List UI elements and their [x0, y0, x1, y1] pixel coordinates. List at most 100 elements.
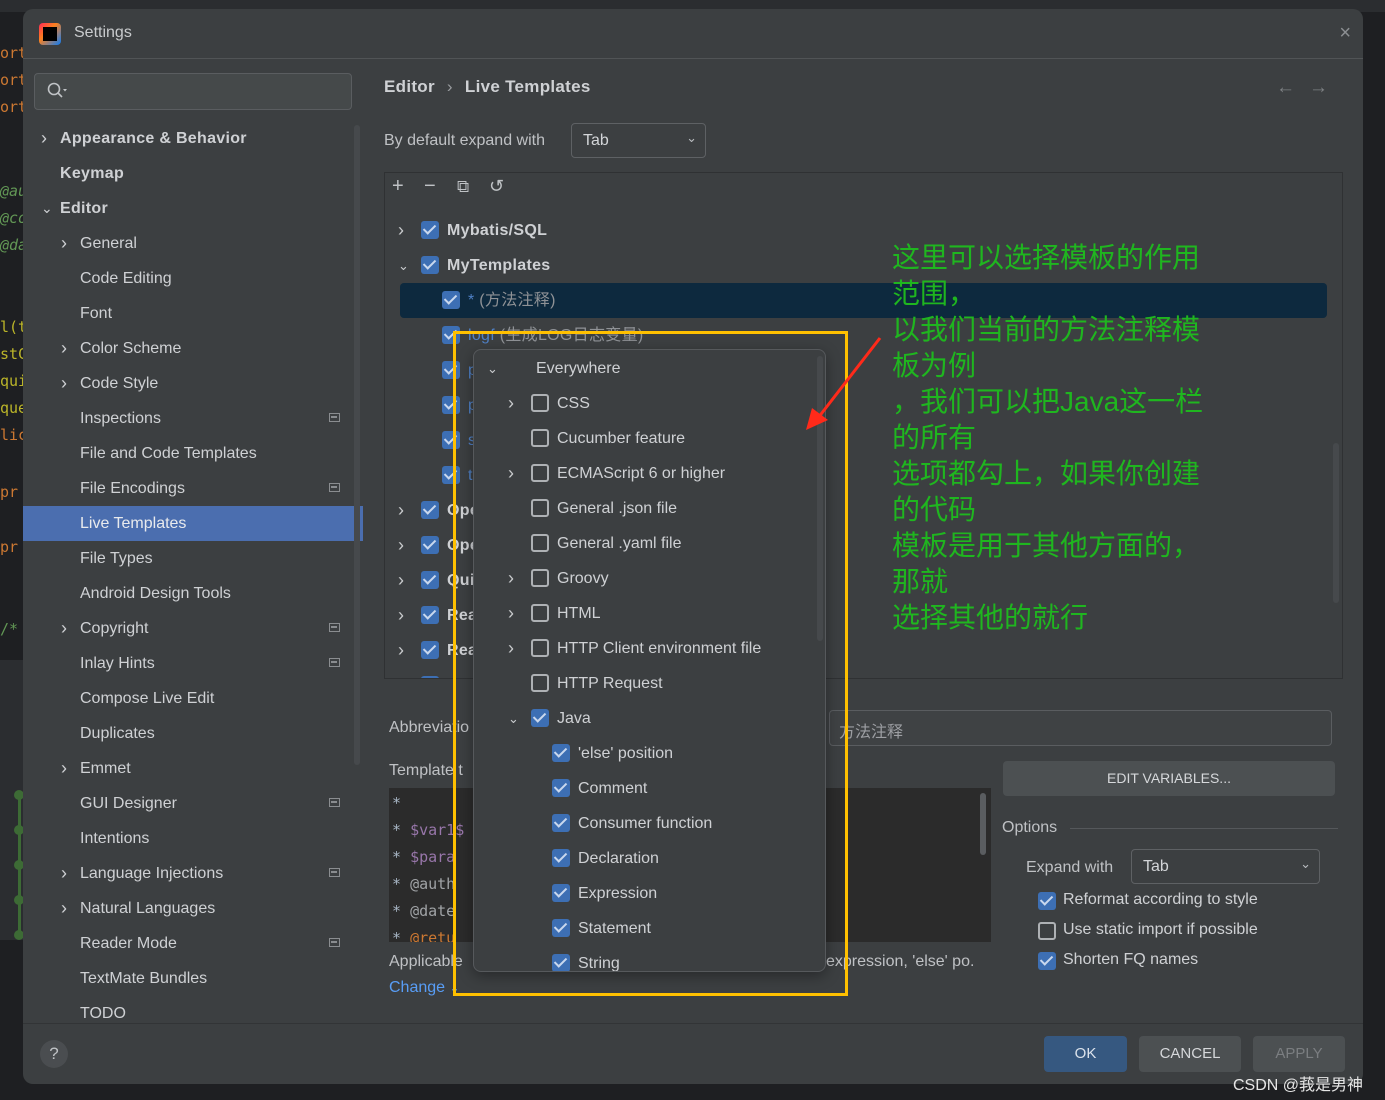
sidebar-item[interactable]: File and Code Templates	[23, 436, 363, 471]
template-checkbox[interactable]	[421, 606, 439, 624]
context-checkbox[interactable]	[552, 779, 570, 797]
context-checkbox[interactable]	[552, 814, 570, 832]
template-checkbox[interactable]	[442, 291, 460, 309]
sidebar-item[interactable]: Intentions	[23, 821, 363, 856]
context-item[interactable]: Expression	[474, 876, 825, 911]
context-item[interactable]: › HTTP Client environment file	[474, 631, 825, 666]
context-checkbox[interactable]	[552, 884, 570, 902]
sidebar-item[interactable]: Duplicates	[23, 716, 363, 751]
chevron-right-icon[interactable]: ›	[61, 856, 67, 891]
chevron-down-icon[interactable]: ⌄	[41, 191, 53, 226]
template-checkbox[interactable]	[421, 536, 439, 554]
chevron-right-icon[interactable]: ›	[398, 668, 404, 678]
sidebar-item[interactable]: GUI Designer	[23, 786, 363, 821]
template-checkbox[interactable]	[442, 396, 460, 414]
sidebar-item[interactable]: Code Editing	[23, 261, 363, 296]
context-item[interactable]: Comment	[474, 771, 825, 806]
sidebar-item[interactable]: TODO	[23, 996, 363, 1031]
template-checkbox[interactable]	[421, 641, 439, 659]
context-item[interactable]: Cucumber feature	[474, 421, 825, 456]
chevron-right-icon[interactable]: ›	[508, 596, 514, 631]
sidebar-item[interactable]: › Appearance & Behavior	[23, 121, 363, 156]
chevron-down-icon[interactable]: ⌄	[398, 248, 409, 283]
context-item[interactable]: ⌄ Everywhere	[474, 351, 825, 386]
context-item[interactable]: Declaration	[474, 841, 825, 876]
cancel-button[interactable]: CANCEL	[1139, 1036, 1241, 1072]
context-checkbox[interactable]	[531, 464, 549, 482]
sidebar-item[interactable]: Reader Mode	[23, 926, 363, 961]
expand-with-select[interactable]: Tab ⌄	[1131, 849, 1320, 884]
context-checkbox[interactable]	[552, 954, 570, 971]
chevron-right-icon[interactable]: ›	[508, 456, 514, 491]
sidebar-item[interactable]: Inspections	[23, 401, 363, 436]
context-item[interactable]: String	[474, 946, 825, 971]
context-item[interactable]: › CSS	[474, 386, 825, 421]
sidebar-scrollbar[interactable]	[354, 125, 360, 765]
context-item[interactable]: Statement	[474, 911, 825, 946]
chevron-right-icon[interactable]: ›	[398, 633, 404, 668]
tree-scrollbar[interactable]	[1333, 443, 1339, 603]
sidebar-item[interactable]: File Encodings	[23, 471, 363, 506]
add-icon[interactable]: +	[392, 175, 404, 198]
chevron-right-icon[interactable]: ›	[508, 631, 514, 666]
context-checkbox[interactable]	[531, 709, 549, 727]
breadcrumb-parent[interactable]: Editor	[384, 77, 435, 96]
sidebar-item[interactable]: Compose Live Edit	[23, 681, 363, 716]
template-checkbox[interactable]	[442, 361, 460, 379]
chevron-right-icon[interactable]: ›	[61, 891, 67, 926]
context-item[interactable]: › ECMAScript 6 or higher	[474, 456, 825, 491]
settings-search-input[interactable]	[34, 73, 352, 110]
chevron-right-icon[interactable]: ›	[398, 598, 404, 633]
sidebar-item[interactable]: Android Design Tools	[23, 576, 363, 611]
sidebar-item[interactable]: › Color Scheme	[23, 331, 363, 366]
context-checkbox[interactable]	[531, 569, 549, 587]
template-checkbox[interactable]	[421, 221, 439, 239]
close-icon[interactable]: ×	[1339, 22, 1351, 45]
context-checkbox[interactable]	[552, 849, 570, 867]
sidebar-item[interactable]: ⌄ Editor	[23, 191, 363, 226]
forward-arrow-icon[interactable]: →	[1309, 77, 1328, 98]
edit-variables-button[interactable]: EDIT VARIABLES...	[1003, 761, 1335, 796]
chevron-right-icon[interactable]: ›	[61, 751, 67, 786]
context-item[interactable]: General .json file	[474, 491, 825, 526]
template-checkbox[interactable]	[421, 256, 439, 274]
chevron-right-icon[interactable]: ›	[41, 121, 47, 156]
ok-button[interactable]: OK	[1044, 1036, 1127, 1072]
template-text-scrollbar[interactable]	[980, 793, 986, 855]
chevron-right-icon[interactable]: ›	[398, 563, 404, 598]
sidebar-item[interactable]: Font	[23, 296, 363, 331]
apply-button[interactable]: APPLY	[1253, 1036, 1345, 1072]
option-checkbox[interactable]	[1038, 892, 1056, 910]
context-checkbox[interactable]	[552, 919, 570, 937]
context-checkbox[interactable]	[531, 604, 549, 622]
sidebar-item[interactable]: › General	[23, 226, 363, 261]
context-checkbox[interactable]	[552, 744, 570, 762]
context-item[interactable]: General .yaml file	[474, 526, 825, 561]
chevron-right-icon[interactable]: ›	[398, 528, 404, 563]
option-checkbox[interactable]	[1038, 922, 1056, 940]
back-arrow-icon[interactable]: ←	[1276, 77, 1295, 98]
template-checkbox[interactable]	[421, 676, 439, 678]
default-expand-select[interactable]: Tab ⌄	[571, 123, 706, 158]
context-checkbox[interactable]	[531, 394, 549, 412]
sidebar-item[interactable]: › Natural Languages	[23, 891, 363, 926]
context-item[interactable]: HTTP Request	[474, 666, 825, 701]
option-checkbox[interactable]	[1038, 952, 1056, 970]
template-checkbox[interactable]	[442, 326, 460, 344]
template-checkbox[interactable]	[442, 431, 460, 449]
context-checkbox[interactable]	[531, 429, 549, 447]
context-item[interactable]: ⌄ Java	[474, 701, 825, 736]
copy-icon[interactable]: ⧉	[457, 177, 469, 197]
description-input[interactable]: 方法注释	[829, 710, 1332, 746]
chevron-right-icon[interactable]: ›	[508, 386, 514, 421]
context-item[interactable]: Consumer function	[474, 806, 825, 841]
chevron-right-icon[interactable]: ›	[398, 213, 404, 248]
chevron-right-icon[interactable]: ›	[61, 611, 67, 646]
chevron-right-icon[interactable]: ›	[61, 331, 67, 366]
chevron-down-icon[interactable]: ⌄	[508, 701, 519, 736]
context-checkbox[interactable]	[510, 359, 528, 377]
template-checkbox[interactable]	[442, 466, 460, 484]
chevron-right-icon[interactable]: ›	[61, 366, 67, 401]
chevron-right-icon[interactable]: ›	[398, 493, 404, 528]
context-checkbox[interactable]	[531, 499, 549, 517]
